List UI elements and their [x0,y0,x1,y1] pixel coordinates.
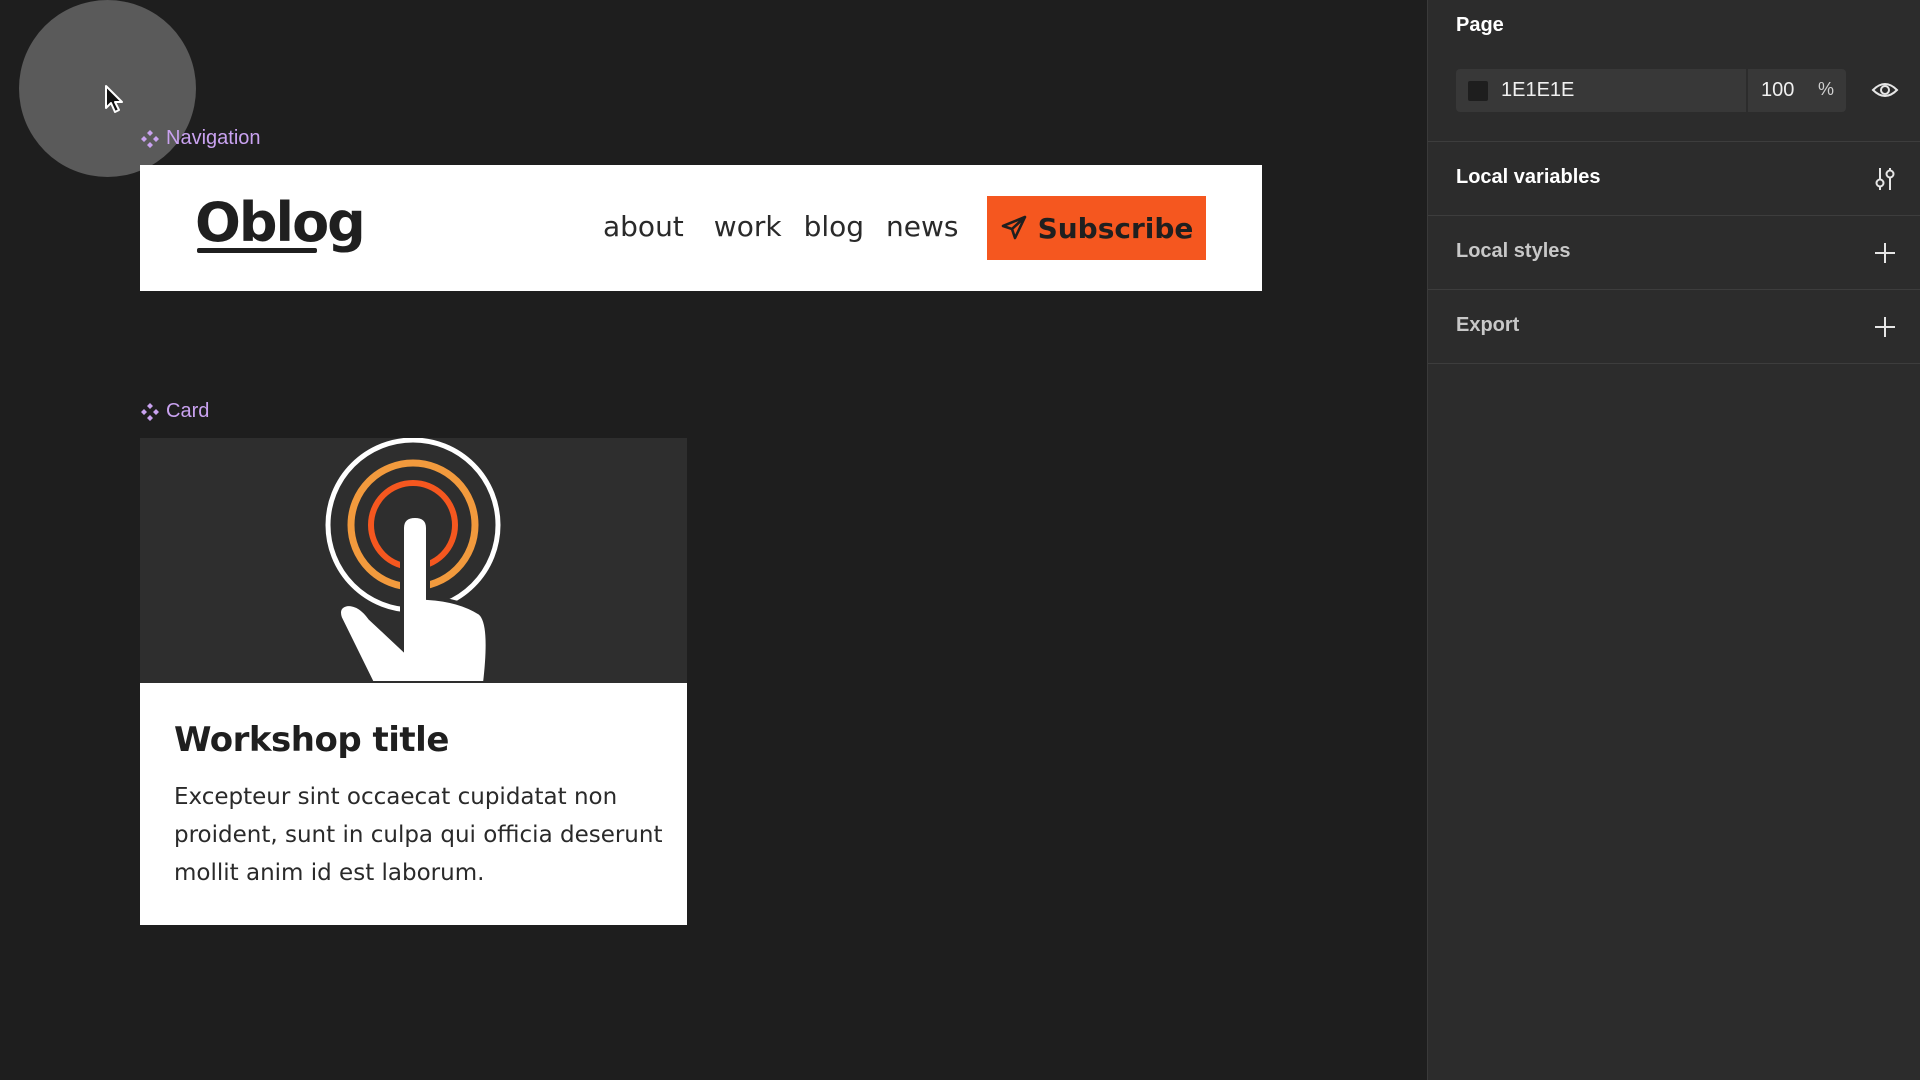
nav-link-news[interactable]: news [886,210,958,243]
pointer-cursor-icon [105,85,123,113]
navigation-component-label[interactable]: Navigation [140,127,261,150]
subscribe-label: Subscribe [1037,211,1194,245]
tap-gesture-icon [325,438,501,683]
card-component-label[interactable]: Card [140,400,209,423]
page-section-title: Page [1456,14,1504,36]
paper-plane-icon [1001,215,1026,240]
local-variables-section[interactable]: Local variables [1428,141,1920,215]
opacity-value[interactable]: 100 [1761,79,1794,102]
plus-icon[interactable] [1872,240,1898,266]
card-frame[interactable]: Workshop title Excepteur sint occaecat c… [140,438,687,925]
nav-links: about work blog news [603,210,959,243]
section-divider [1428,363,1920,364]
card-title: Workshop title [174,720,449,760]
card-label-text: Card [166,400,210,422]
plus-icon[interactable] [1872,314,1898,340]
component-icon [141,402,159,421]
nav-link-blog[interactable]: blog [804,210,864,243]
color-swatch[interactable] [1468,81,1488,101]
local-styles-section[interactable]: Local styles [1428,215,1920,289]
design-panel: Page 1E1E1E 100 % Local variables Local … [1427,0,1920,1080]
design-canvas[interactable]: Navigation Oblog about work blog news Su… [0,0,1427,1080]
export-title: Export [1456,314,1520,336]
export-section[interactable]: Export [1428,289,1920,363]
sliders-icon[interactable] [1872,166,1898,192]
app-root: Navigation Oblog about work blog news Su… [0,0,1920,1080]
navigation-label-text: Navigation [166,127,261,149]
eye-icon[interactable] [1871,79,1899,101]
field-divider [1746,69,1748,112]
local-variables-title: Local variables [1456,166,1601,188]
page-background-field[interactable]: 1E1E1E 100 % [1456,69,1846,112]
logo-underline [197,248,317,253]
nav-link-work[interactable]: work [714,210,782,243]
logo: Oblog [195,191,366,254]
nav-link-about[interactable]: about [603,210,684,243]
card-body-text: Excepteur sint occaecat cupidatat non pr… [174,784,663,886]
navigation-frame[interactable]: Oblog about work blog news Subscribe [140,165,1262,291]
background-hex-value[interactable]: 1E1E1E [1501,79,1574,102]
local-styles-title: Local styles [1456,240,1571,262]
opacity-unit: % [1818,79,1835,99]
subscribe-button[interactable]: Subscribe [987,196,1206,260]
card-image [140,438,687,683]
component-icon [141,129,159,148]
